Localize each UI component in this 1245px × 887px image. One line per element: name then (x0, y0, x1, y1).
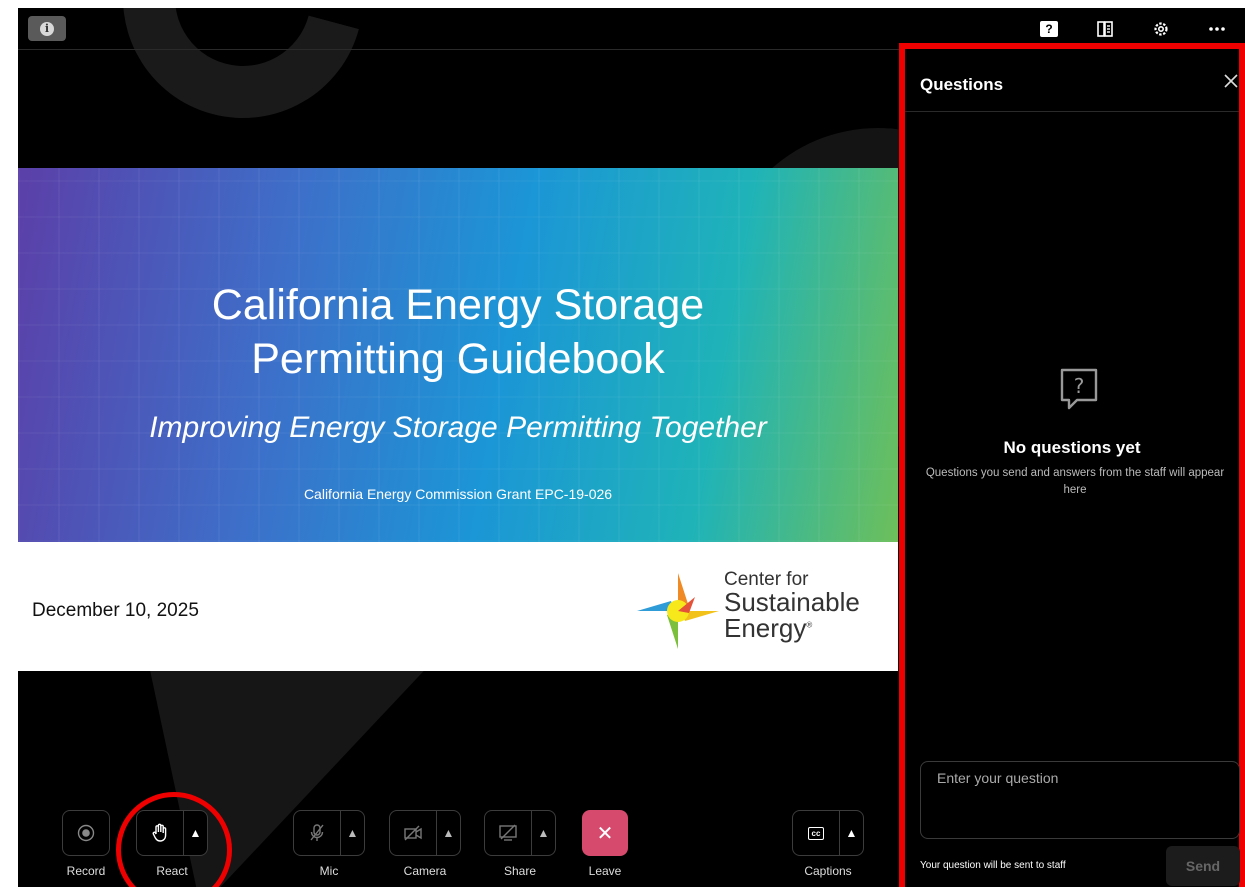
questions-panel: Questions ? No questions yet Questions y… (899, 43, 1245, 887)
notes-button[interactable] (1077, 14, 1133, 44)
slide-banner: California Energy Storage Permitting Gui… (18, 168, 898, 542)
captions-label: Captions (804, 864, 852, 878)
slide-footer: December 10, 2025 Center for Sustainable… (18, 542, 898, 671)
question-icon: ? (1040, 21, 1058, 37)
presentation-slide: California Energy Storage Permitting Gui… (18, 168, 898, 671)
more-icon (1209, 27, 1225, 31)
slide-subtitle: Improving Energy Storage Permitting Toge… (149, 411, 767, 444)
camera-button[interactable]: ▲ (389, 810, 461, 856)
slide-title-line1: California Energy Storage (211, 281, 705, 329)
mic-button[interactable]: ▲ (293, 810, 365, 856)
logo-line3-text: Energy (724, 613, 807, 643)
meeting-stage: i ? California Energy Storage Permitting… (18, 8, 1245, 887)
gear-icon (1154, 22, 1168, 36)
question-note: Your question will be sent to staff (920, 860, 1066, 871)
share-off-icon (485, 811, 531, 855)
share-button[interactable]: ▲ (484, 810, 556, 856)
camera-control: ▲ Camera (389, 810, 461, 878)
record-button[interactable] (62, 810, 110, 856)
mic-label: Mic (319, 864, 339, 878)
logo-icon (637, 573, 719, 649)
slide-title: California Energy Storage Permitting Gui… (18, 278, 898, 386)
slide-title-line2: Permitting Guidebook (251, 335, 665, 383)
close-icon (1224, 74, 1238, 88)
notes-icon (1097, 21, 1113, 37)
top-toolbar: ? (1021, 14, 1245, 44)
captions-icon-text: cc (807, 826, 825, 840)
leave-control: ✕ Leave (582, 810, 628, 878)
captions-options-button[interactable]: ▲ (839, 811, 863, 855)
questions-button[interactable]: ? (1021, 14, 1077, 44)
slide-grant: California Energy Commission Grant EPC-1… (303, 486, 613, 502)
settings-button[interactable] (1133, 14, 1189, 44)
info-button[interactable]: i (28, 16, 66, 41)
info-icon: i (40, 21, 54, 36)
share-control: ▲ Share (484, 810, 556, 878)
captions-control: cc ▲ Captions (792, 810, 864, 878)
camera-label: Camera (403, 864, 447, 878)
question-input[interactable] (920, 761, 1240, 839)
captions-button[interactable]: cc ▲ (792, 810, 864, 856)
empty-description: Questions you send and answers from the … (925, 467, 1225, 496)
logo-text: Center for Sustainable Energy® (724, 570, 860, 641)
captions-icon: cc (793, 811, 839, 855)
record-icon (63, 811, 109, 855)
logo-line3: Energy® (724, 615, 860, 641)
leave-label: Leave (588, 864, 622, 878)
logo-registered-mark: ® (806, 620, 813, 630)
questions-header: Questions (905, 49, 1239, 112)
slide-date: December 10, 2025 (32, 600, 199, 621)
svg-text:?: ? (1074, 374, 1085, 398)
mic-control: ▲ Mic (293, 810, 365, 878)
questions-title: Questions (920, 75, 1004, 94)
more-button[interactable] (1189, 14, 1245, 44)
leave-button[interactable]: ✕ (582, 810, 628, 856)
close-icon: ✕ (596, 822, 614, 845)
empty-title: No questions yet (1003, 438, 1141, 457)
close-panel-button[interactable] (1223, 69, 1239, 95)
share-options-button[interactable]: ▲ (531, 811, 555, 855)
record-control: Record (62, 810, 110, 878)
mic-off-icon (294, 811, 340, 855)
mic-options-button[interactable]: ▲ (340, 811, 364, 855)
share-label: Share (503, 864, 537, 878)
camera-options-button[interactable]: ▲ (436, 811, 460, 855)
question-bubble-icon: ? (1060, 368, 1098, 410)
send-button[interactable]: Send (1166, 846, 1240, 886)
record-label: Record (66, 864, 106, 878)
logo-line2: Sustainable (724, 587, 860, 617)
camera-off-icon (390, 811, 436, 855)
